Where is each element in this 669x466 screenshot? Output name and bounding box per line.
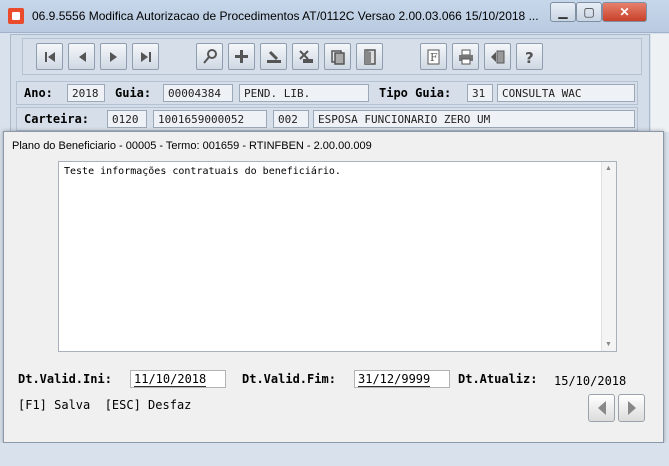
add-record-icon — [234, 49, 248, 63]
dt-valid-fim-label: Dt.Valid.Fim: — [242, 372, 336, 386]
exit-door-icon — [363, 48, 376, 65]
previous-page-button[interactable] — [588, 394, 615, 422]
carteira-field-3[interactable]: 002 — [273, 110, 309, 128]
dt-valid-ini-label: Dt.Valid.Ini: — [18, 372, 112, 386]
beneficiary-name-field[interactable]: ESPOSA FUNCIONARIO ZERO UM — [313, 110, 635, 128]
svg-text:F: F — [430, 51, 438, 64]
help-icon: ? — [525, 49, 534, 65]
previous-record-button[interactable] — [68, 43, 95, 70]
bottom-strip — [0, 443, 669, 466]
carteira-field-2[interactable]: 1001659000052 — [153, 110, 267, 128]
ano-field[interactable]: 2018 — [67, 84, 105, 102]
dt-valid-fim-field[interactable]: 31/12/9999 — [354, 370, 450, 388]
copy-record-icon — [330, 49, 345, 65]
next-page-button[interactable] — [618, 394, 645, 422]
last-record-button[interactable] — [132, 43, 159, 70]
chevron-left-icon — [597, 401, 606, 415]
dialog-title: Plano do Beneficiario - 00005 - Termo: 0… — [12, 140, 372, 152]
main-window: 06.9.5556 Modifica Autorizacao de Proced… — [0, 0, 669, 466]
dt-valid-fim-value: 31/12/9999 — [358, 372, 431, 387]
scroll-down-icon[interactable]: ▼ — [605, 341, 612, 348]
edit-record-icon — [266, 50, 281, 63]
filter-icon: F — [427, 49, 439, 64]
navigate-icon — [490, 50, 504, 63]
window-title: 06.9.5556 Modifica Autorizacao de Proced… — [32, 9, 539, 23]
carteira-field-1[interactable]: 0120 — [107, 110, 147, 128]
tipo-guia-code-field[interactable]: 31 — [467, 84, 493, 102]
svg-text:?: ? — [525, 49, 534, 65]
first-record-icon — [44, 51, 55, 62]
help-button[interactable]: ? — [516, 43, 543, 70]
delete-record-button[interactable] — [292, 43, 319, 70]
guia-field[interactable]: 00004384 — [163, 84, 233, 102]
carteira-label: Carteira: — [24, 112, 90, 126]
dt-valid-ini-field[interactable]: 11/10/2018 — [130, 370, 226, 388]
search-button[interactable] — [196, 43, 223, 70]
print-button[interactable] — [452, 43, 479, 70]
app-icon — [8, 8, 24, 24]
guia-label: Guia: — [115, 86, 152, 100]
minimize-button[interactable]: ▁ — [550, 2, 576, 22]
ano-label: Ano: — [24, 86, 53, 100]
tipo-guia-label: Tipo Guia: — [379, 86, 452, 100]
next-record-button[interactable] — [100, 43, 127, 70]
guia-row: Ano: 2018 Guia: 00004384 PEND. LIB. Tipo… — [16, 81, 638, 105]
close-button[interactable]: ✕ — [602, 2, 647, 22]
search-key-icon — [202, 48, 217, 64]
next-record-icon — [109, 51, 117, 62]
tipo-guia-desc-field[interactable]: CONSULTA WAC — [497, 84, 635, 102]
last-record-icon — [140, 51, 151, 62]
navigate-button[interactable] — [484, 43, 511, 70]
title-bar[interactable]: 06.9.5556 Modifica Autorizacao de Proced… — [0, 0, 669, 33]
plano-beneficiario-dialog: Plano do Beneficiario - 00005 - Termo: 0… — [3, 131, 664, 443]
delete-record-icon — [298, 49, 313, 63]
first-record-button[interactable] — [36, 43, 63, 70]
memo-scrollbar[interactable]: ▲ ▼ — [601, 162, 616, 351]
maximize-button[interactable]: ▢ — [576, 2, 602, 22]
carteira-row: Carteira: 0120 1001659000052 002 ESPOSA … — [16, 107, 638, 131]
previous-record-icon — [78, 51, 86, 62]
guia-status-field[interactable]: PEND. LIB. — [239, 84, 369, 102]
dt-valid-ini-value: 11/10/2018 — [134, 372, 207, 387]
memo-text: Teste informações contratuais do benefic… — [64, 166, 341, 177]
exit-button[interactable] — [356, 43, 383, 70]
add-record-button[interactable] — [228, 43, 255, 70]
dt-atualiz-label: Dt.Atualiz: — [458, 372, 538, 386]
copy-record-button[interactable] — [324, 43, 351, 70]
edit-record-button[interactable] — [260, 43, 287, 70]
toolbar: F ? — [22, 38, 642, 75]
dt-atualiz-value: 15/10/2018 — [554, 374, 627, 388]
filter-button[interactable]: F — [420, 43, 447, 70]
keyboard-shortcuts-hint: [F1] Salva [ESC] Desfaz — [18, 398, 192, 412]
chevron-right-icon — [627, 401, 636, 415]
print-icon — [458, 49, 473, 64]
right-edge — [651, 34, 669, 132]
scroll-up-icon[interactable]: ▲ — [605, 165, 612, 172]
contract-info-memo[interactable]: Teste informações contratuais do benefic… — [58, 161, 617, 352]
